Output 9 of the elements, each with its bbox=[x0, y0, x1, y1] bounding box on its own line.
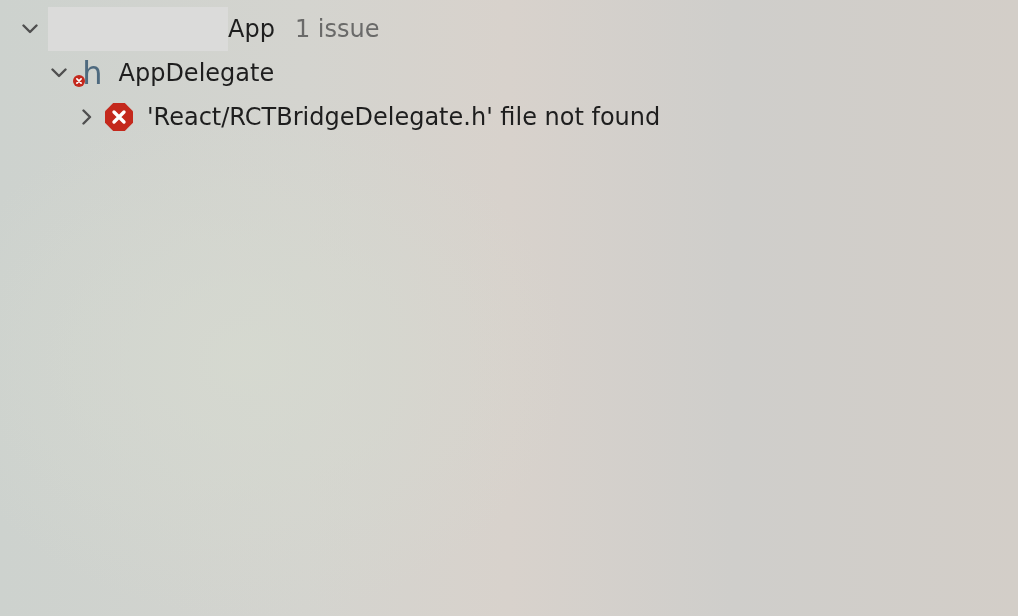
issue-count: 1 issue bbox=[294, 14, 380, 44]
chevron-right-icon[interactable] bbox=[82, 109, 92, 125]
chevron-down-icon[interactable] bbox=[22, 24, 38, 34]
chevron-down-icon[interactable] bbox=[50, 68, 67, 78]
project-name: App bbox=[228, 14, 275, 44]
file-name: AppDelegate bbox=[118, 58, 275, 88]
error-icon bbox=[105, 103, 133, 131]
error-message: 'React/RCTBridgeDelegate.h' file not found bbox=[147, 102, 661, 132]
header-file-icon: h bbox=[82, 58, 103, 88]
